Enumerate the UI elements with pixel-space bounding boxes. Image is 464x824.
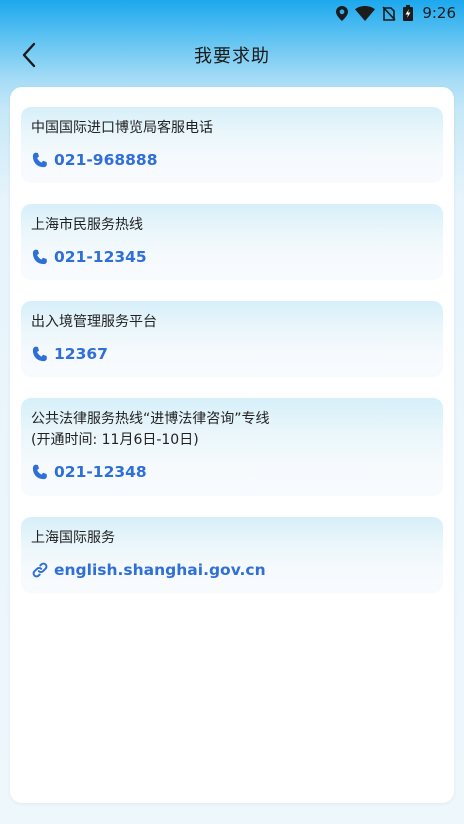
website-link[interactable]: english.shanghai.gov.cn (31, 561, 433, 579)
phone-link[interactable]: 021-968888 (31, 151, 433, 169)
back-button[interactable] (12, 40, 46, 74)
help-card-immigration: 出入境管理服务平台 12367 (21, 301, 443, 377)
help-card-citizen-hotline: 上海市民服务热线 021-12345 (21, 204, 443, 280)
card-title: 上海市民服务热线 (31, 217, 143, 233)
location-icon (336, 5, 349, 21)
card-title: 上海国际服务 (31, 530, 115, 546)
phone-icon (31, 346, 49, 362)
card-title: 公共法律服务热线“进博法律咨询”专线 (开通时间: 11月6日-10日) (31, 411, 270, 448)
phone-link[interactable]: 021-12345 (31, 248, 433, 266)
help-card-expo-bureau: 中国国际进口博览局客服电话 021-968888 (21, 107, 443, 183)
wifi-icon (355, 5, 376, 21)
battery-charging-icon (403, 5, 414, 21)
page-title: 我要求助 (194, 46, 270, 67)
link-icon (31, 562, 49, 578)
card-title: 中国国际进口博览局客服电话 (31, 120, 213, 136)
no-sim-icon (382, 5, 396, 21)
nav-bar: 我要求助 (0, 34, 464, 80)
help-panel: 中国国际进口博览局客服电话 021-968888 上海市民服务热线 021-12… (10, 87, 454, 803)
phone-number: 021-12348 (54, 463, 147, 481)
status-bar: 9:26 (0, 0, 464, 26)
card-title: 出入境管理服务平台 (31, 314, 157, 330)
help-card-international-service: 上海国际服务 english.shanghai.gov.cn (21, 517, 443, 593)
chevron-left-icon (21, 42, 37, 72)
phone-link[interactable]: 12367 (31, 345, 433, 363)
phone-icon (31, 464, 49, 480)
phone-link[interactable]: 021-12348 (31, 463, 433, 481)
phone-number: 021-968888 (54, 151, 158, 169)
phone-icon (31, 249, 49, 265)
help-card-legal-hotline: 公共法律服务热线“进博法律咨询”专线 (开通时间: 11月6日-10日) 021… (21, 398, 443, 496)
status-time: 9:26 (422, 4, 456, 22)
phone-number: 021-12345 (54, 248, 147, 266)
website-url: english.shanghai.gov.cn (54, 561, 266, 579)
phone-number: 12367 (54, 345, 108, 363)
phone-icon (31, 152, 49, 168)
